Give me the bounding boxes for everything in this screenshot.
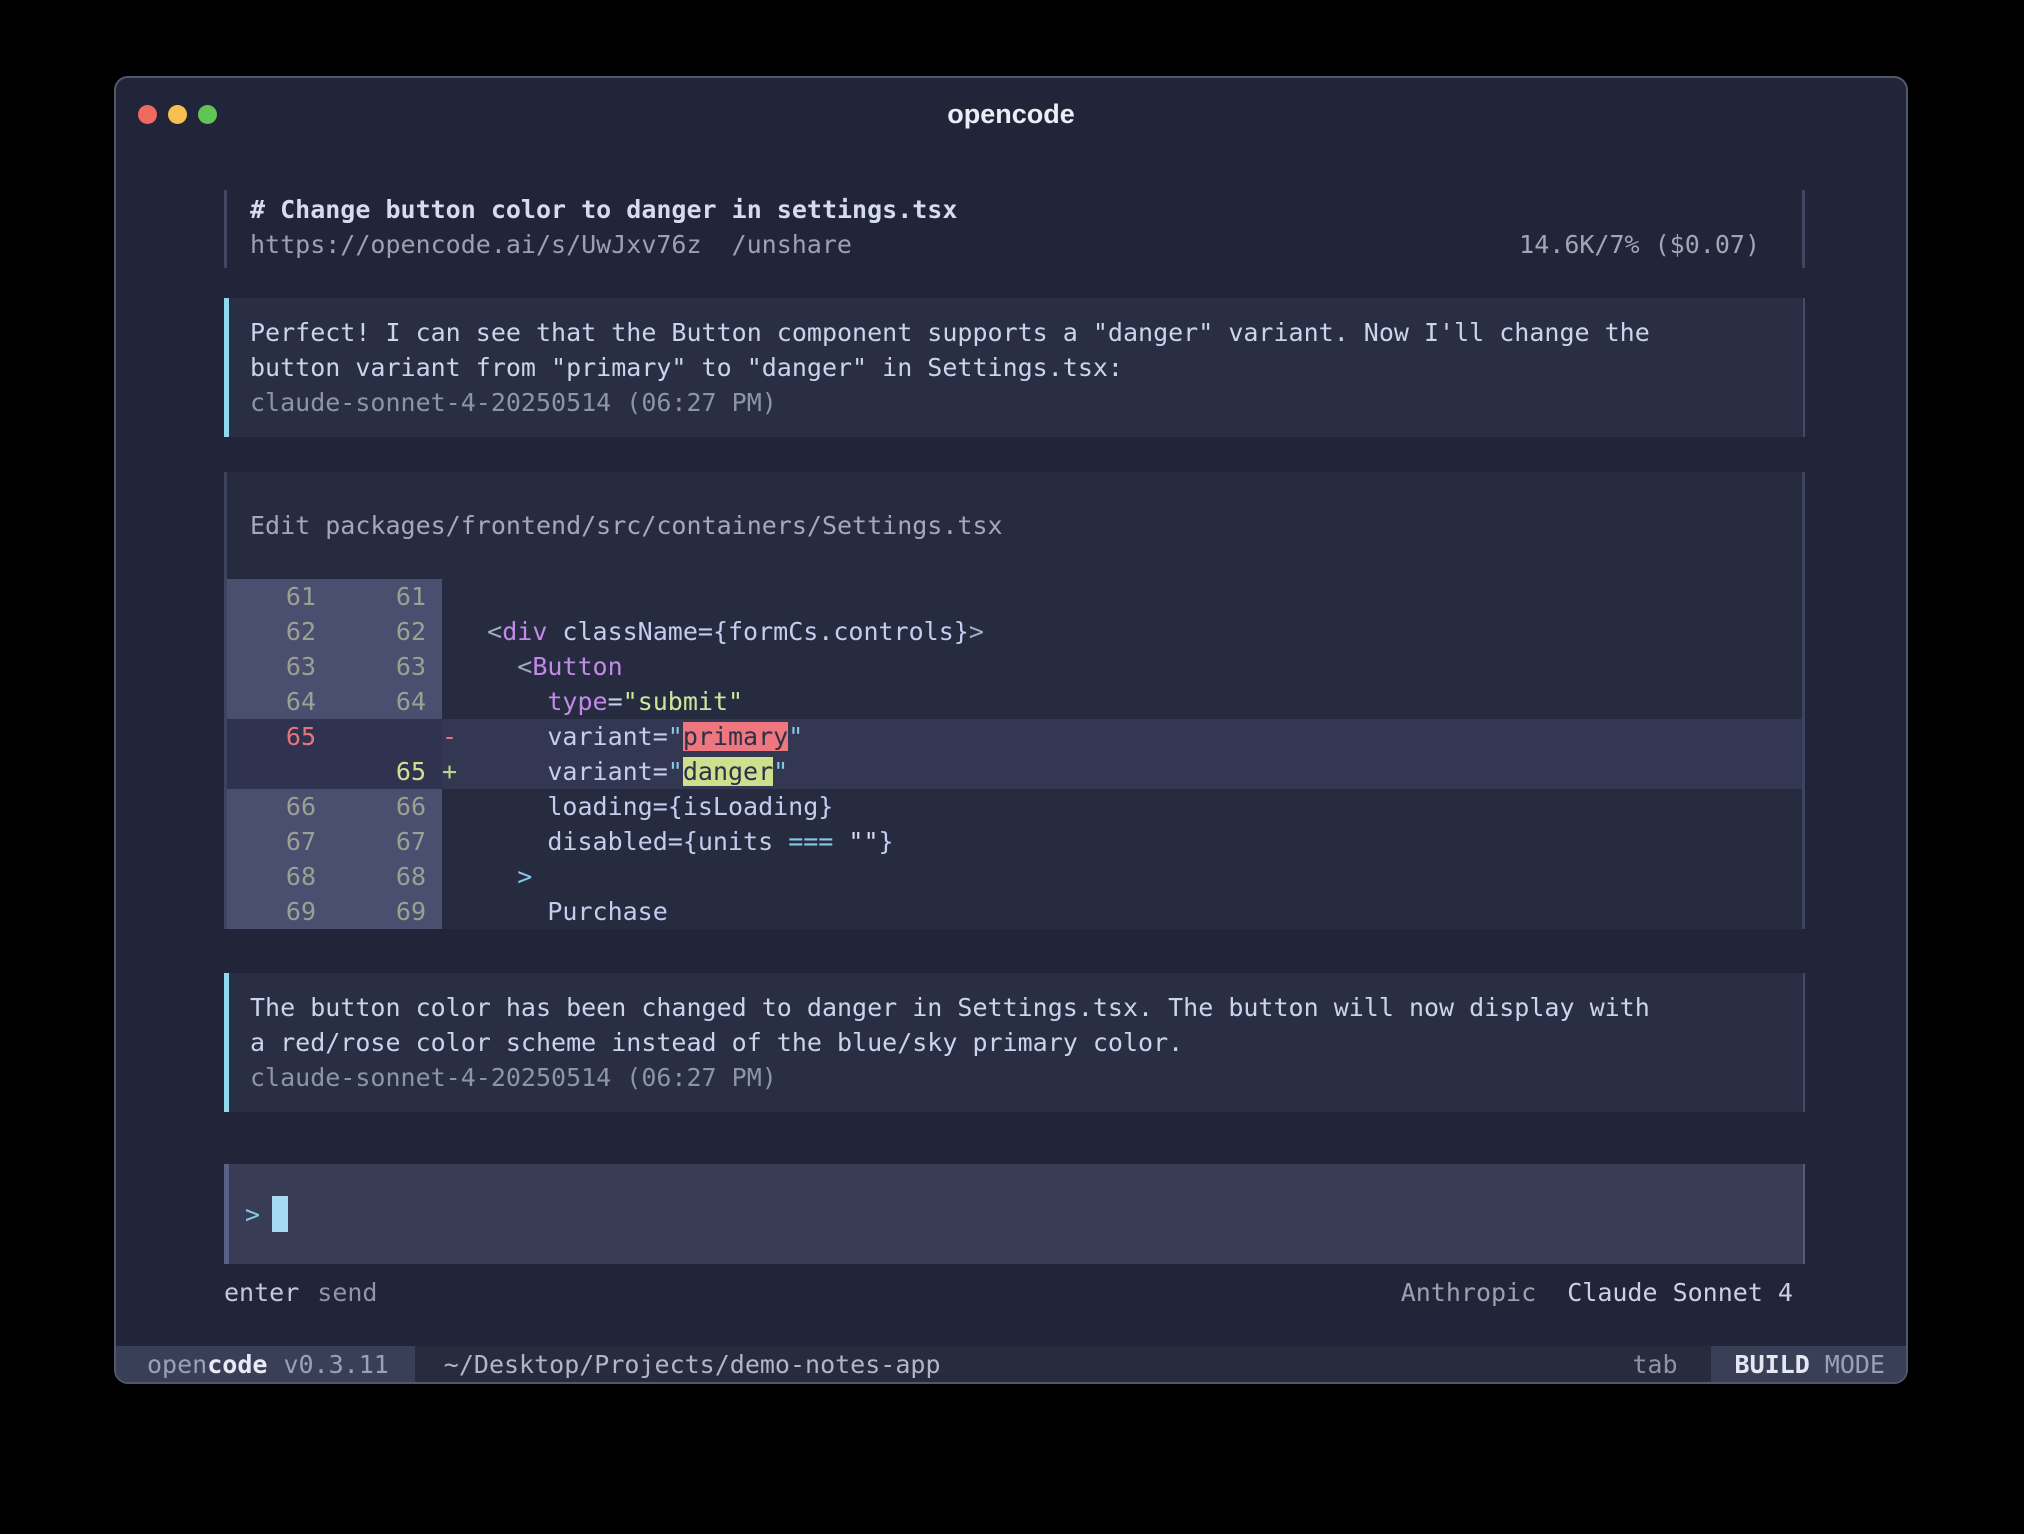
session-header: # Change button color to danger in setti… <box>224 190 1805 268</box>
new-line-number: 68 <box>330 859 442 894</box>
diff-row: 6969 Purchase <box>227 894 1802 929</box>
mode-label: MODE <box>1825 1350 1885 1379</box>
message-text-line: The button color has been changed to dan… <box>250 990 1783 1025</box>
tab-key-hint: tab <box>1632 1350 1710 1379</box>
window-title: opencode <box>116 78 1906 150</box>
new-line-number: 63 <box>330 649 442 684</box>
assistant-message: Perfect! I can see that the Button compo… <box>224 298 1805 437</box>
old-line-number: 65 <box>227 719 330 754</box>
old-line-number: 62 <box>227 614 330 649</box>
model-name: Claude Sonnet 4 <box>1567 1278 1793 1307</box>
session-subline: https://opencode.ai/s/UwJxv76z /unshare … <box>250 227 1802 262</box>
diff-row: 65 - variant="primary" <box>227 719 1802 754</box>
new-line-number: 67 <box>330 824 442 859</box>
old-line-number: 61 <box>227 579 330 614</box>
mode-build: BUILD <box>1735 1350 1810 1379</box>
diff-code-line: + variant="danger" <box>442 754 1802 789</box>
mode-segment[interactable]: BUILD MODE <box>1711 1346 1906 1382</box>
message-text-line: Perfect! I can see that the Button compo… <box>250 315 1783 350</box>
diff-row: 6464 type="submit" <box>227 684 1802 719</box>
title-bar: opencode <box>116 78 1906 150</box>
diff-code-line: Purchase <box>442 894 1802 929</box>
diff-row: 6161 <box>227 579 1802 614</box>
diff-row: 65+ variant="danger" <box>227 754 1802 789</box>
new-line-number: 69 <box>330 894 442 929</box>
diff-code-line: - variant="primary" <box>442 719 1802 754</box>
old-line-number: 67 <box>227 824 330 859</box>
diff-code-line: <Button <box>442 649 1802 684</box>
app-version: v0.3.11 <box>283 1350 388 1379</box>
diff-row: 6767 disabled={units === ""} <box>227 824 1802 859</box>
diff-row: 6666 loading={isLoading} <box>227 789 1802 824</box>
enter-key-hint: enter <box>224 1278 299 1308</box>
diff-rows: 61616262 <div className={formCs.controls… <box>227 579 1802 929</box>
new-line-number: 64 <box>330 684 442 719</box>
new-line-number: 62 <box>330 614 442 649</box>
terminal-content: # Change button color to danger in setti… <box>116 190 1906 1308</box>
session-title: # Change button color to danger in setti… <box>250 192 1802 227</box>
diff-code-line: disabled={units === ""} <box>442 824 1802 859</box>
old-line-number: 63 <box>227 649 330 684</box>
diff-row: 6262 <div className={formCs.controls}> <box>227 614 1802 649</box>
prompt-symbol: > <box>245 1200 260 1229</box>
diff-code-line: > <box>442 859 1802 894</box>
model-provider: Anthropic <box>1401 1278 1536 1307</box>
message-text-line: a red/rose color scheme instead of the b… <box>250 1025 1783 1060</box>
new-line-number <box>330 719 442 754</box>
edit-file-header: Edit packages/frontend/src/containers/Se… <box>227 508 1802 543</box>
diff-row: 6363 <Button <box>227 649 1802 684</box>
diff-row: 6868 > <box>227 859 1802 894</box>
diff-code-line <box>442 579 1802 614</box>
message-text-line: button variant from "primary" to "danger… <box>250 350 1783 385</box>
app-name-code: code <box>207 1350 267 1379</box>
assistant-message: The button color has been changed to dan… <box>224 973 1805 1112</box>
app-name-open: open <box>147 1350 207 1379</box>
model-indicator: Anthropic Claude Sonnet 4 <box>1401 1278 1805 1308</box>
diff-code-line: <div className={formCs.controls}> <box>442 614 1802 649</box>
old-line-number <box>227 754 330 789</box>
new-line-number: 65 <box>330 754 442 789</box>
diff-code-line: type="submit" <box>442 684 1802 719</box>
unshare-command[interactable]: /unshare <box>732 227 852 262</box>
token-cost-stats: 14.6K/7% ($0.07) <box>1519 227 1802 262</box>
share-url-link[interactable]: https://opencode.ai/s/UwJxv76z <box>250 227 702 262</box>
old-line-number: 68 <box>227 859 330 894</box>
old-line-number: 64 <box>227 684 330 719</box>
input-footer: enter send Anthropic Claude Sonnet 4 <box>224 1278 1805 1308</box>
app-window: opencode # Change button color to danger… <box>114 76 1908 1384</box>
prompt-input[interactable]: > <box>224 1164 1805 1264</box>
message-model-timestamp: claude-sonnet-4-20250514 (06:27 PM) <box>250 385 1783 420</box>
new-line-number: 61 <box>330 579 442 614</box>
text-cursor <box>272 1196 288 1232</box>
old-line-number: 66 <box>227 789 330 824</box>
diff-code-line: loading={isLoading} <box>442 789 1802 824</box>
working-directory: ~/Desktop/Projects/demo-notes-app <box>444 1350 941 1379</box>
app-version-segment: opencode v0.3.11 <box>116 1346 415 1382</box>
send-action-hint: send <box>317 1278 377 1308</box>
old-line-number: 69 <box>227 894 330 929</box>
message-model-timestamp: claude-sonnet-4-20250514 (06:27 PM) <box>250 1060 1783 1095</box>
new-line-number: 66 <box>330 789 442 824</box>
edit-tool-block: Edit packages/frontend/src/containers/Se… <box>224 472 1805 929</box>
status-bar: opencode v0.3.11 ~/Desktop/Projects/demo… <box>116 1346 1906 1382</box>
